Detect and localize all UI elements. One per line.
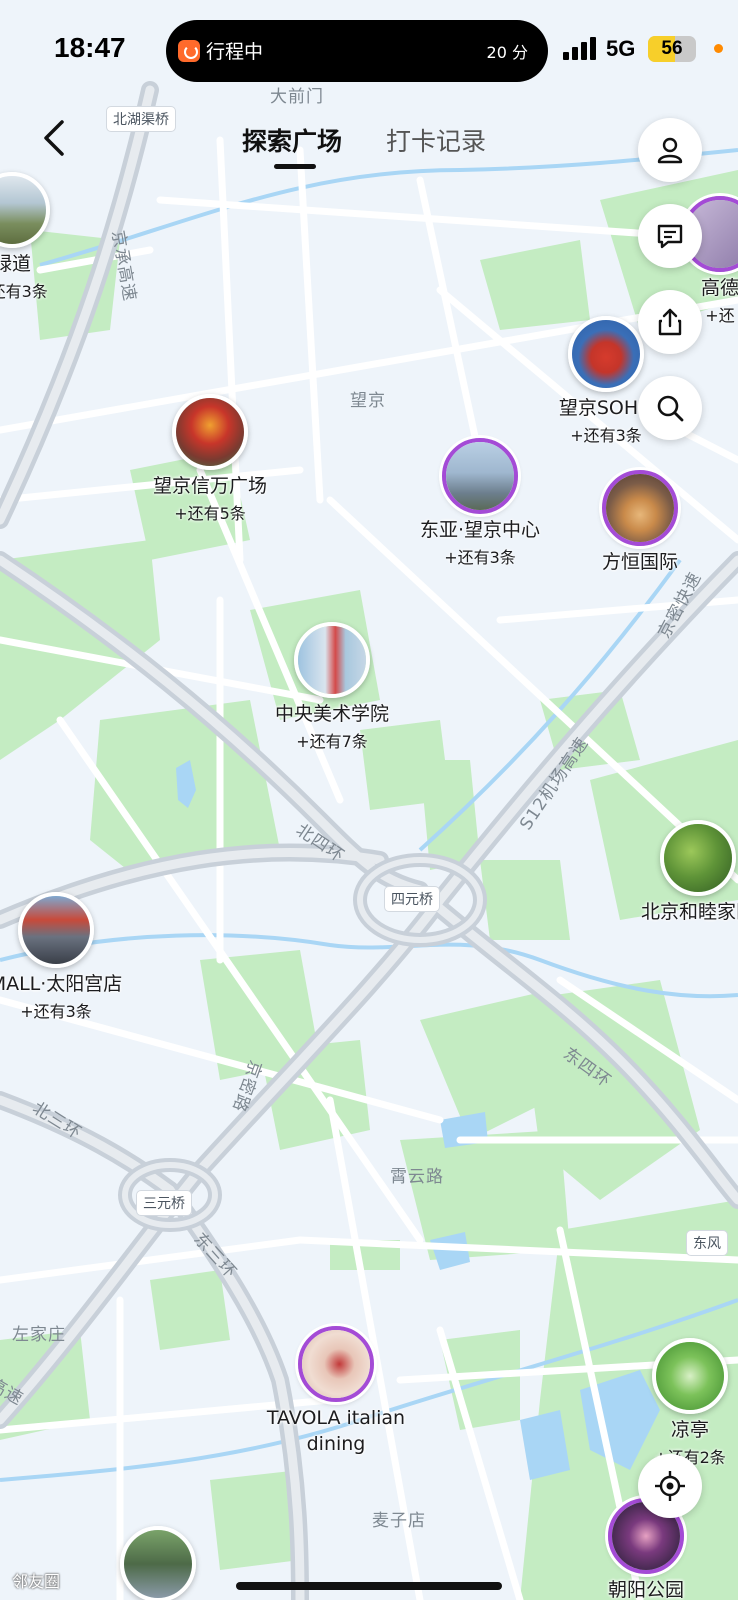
marker-more-count: +还有5条 [174,503,246,523]
marker-photo [652,1338,728,1414]
status-bar: 18:47 行程中 20 分 5G 56 [0,0,738,100]
marker-more-count: +还有3条 [0,281,48,301]
map-label-beihuqu-bridge: 北湖渠桥 [106,106,176,132]
marker-name: 北京和睦家医 [640,901,738,923]
trip-activity-pill[interactable]: 行程中 20 分 [166,20,548,82]
messages-button[interactable] [638,204,702,268]
map-label-xiaoyun-road: 霄云路 [390,1167,444,1187]
trip-status-label: 行程中 [206,41,264,63]
network-type: 5G [606,36,636,61]
map-marker[interactable]: 方恒国际 [545,470,735,576]
signal-icon [563,36,597,60]
search-button[interactable] [638,376,702,440]
marker-photo [120,1526,196,1600]
marker-name: 绿道 [0,253,31,275]
user-icon [657,137,683,164]
marker-photo [18,892,94,968]
active-tab-indicator [274,164,316,169]
home-indicator[interactable] [236,1582,502,1590]
marker-name: 凉亭 [670,1419,709,1441]
didi-app-icon [178,40,200,62]
locate-icon [655,1471,685,1501]
marker-photo [602,470,678,546]
marker-more-count: +还 [705,305,735,325]
privacy-indicator-dot [714,44,723,53]
marker-photo [0,172,50,248]
share-button[interactable] [638,290,702,354]
marker-name: TAVOLA italian dining [266,1407,406,1455]
search-icon [657,395,684,422]
trip-minutes: 20 分 [486,43,528,62]
battery-percent: 56 [661,38,683,59]
message-icon [657,224,683,249]
map-marker[interactable]: 凉亭 +还有2条 [595,1338,738,1468]
chevron-left-icon [44,120,64,156]
map-label-siyuan-bridge: 四元桥 [384,886,440,912]
marker-name: 朝阳公园 [607,1579,684,1600]
map-marker[interactable]: TAVOLA italian dining [241,1326,431,1457]
marker-name: 高德 [700,277,738,299]
marker-name: 中央美术学院 [274,703,389,725]
map-label-maizidian: 麦子店 [372,1511,426,1531]
marker-more-count: +还有3条 [444,547,516,567]
map-marker[interactable]: 望京信万广场 +还有5条 [115,394,305,524]
map-marker[interactable]: 北京和睦家医 [603,820,738,926]
back-button[interactable] [36,116,76,160]
marker-more-count: +还有3条 [570,425,642,445]
status-time: 18:47 [54,32,126,63]
map-label-zuojiazhuang: 左家庄 [12,1325,66,1345]
map-label-sanyuan-bridge: 三元桥 [136,1190,192,1216]
battery-icon: 56 [648,36,696,62]
marker-photo [442,438,518,514]
map-marker[interactable]: MALL·太阳宫店 +还有3条 [0,892,151,1022]
map-marker[interactable]: 朝阳公园 [551,1498,738,1600]
tab-checkin-records[interactable]: 打卡记录 [386,122,486,158]
map-marker[interactable]: 绿道 +还有3条 [0,172,107,302]
marker-photo [172,394,248,470]
marker-more-count: +还有3条 [20,1001,92,1021]
locate-button[interactable] [638,1454,702,1518]
map-marker[interactable]: 中央美术学院 +还有7条 [237,622,427,752]
marker-more-count: +还有7条 [296,731,368,751]
profile-button[interactable] [638,118,702,182]
marker-name: MALL·太阳宫店 [0,973,123,995]
marker-name: 东亚·望京中心 [419,519,541,541]
map-label-dongfeng: 东风 [686,1230,728,1256]
map-label-wangjing: 望京 [350,391,386,411]
map-marker[interactable] [63,1526,253,1600]
marker-photo [660,820,736,896]
tab-explore[interactable]: 探索广场 [242,122,342,158]
marker-name: 方恒国际 [601,551,678,573]
marker-name: 望京信万广场 [152,475,267,497]
marker-photo [294,622,370,698]
share-icon [658,308,682,336]
marker-photo [568,316,644,392]
neighbor-circle-label: 邻友圈 [12,1572,61,1591]
marker-photo [298,1326,374,1402]
